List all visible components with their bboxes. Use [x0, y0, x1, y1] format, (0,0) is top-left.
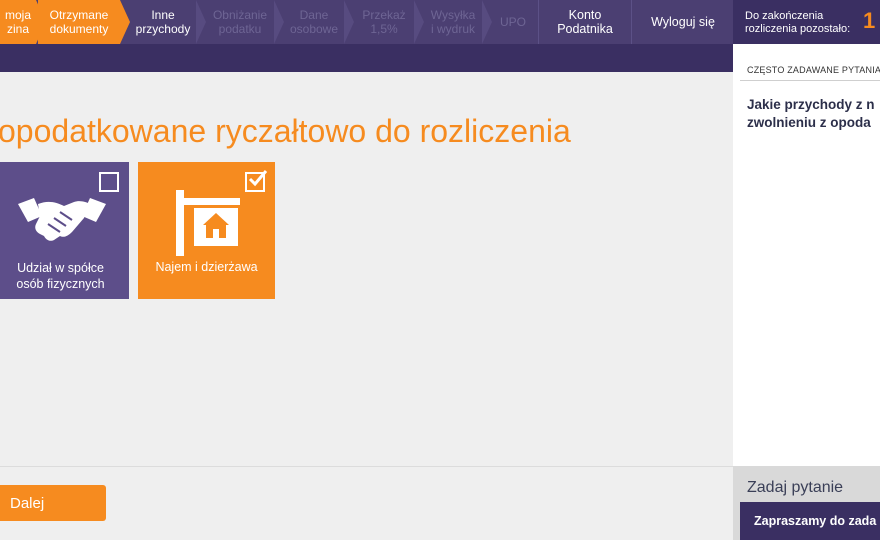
step-twoja-zina[interactable]: moja zina [0, 0, 36, 44]
tile-label: Udział w spółce osób fizycznych [16, 261, 105, 291]
step-separator [482, 0, 492, 44]
step-przekaz-1-5: Przekaż 1,5% [362, 8, 406, 36]
step-inne-przychody[interactable]: Inne przychody [130, 0, 196, 44]
faq-header: CZĘSTO ZADAWANE PYTANIA [747, 65, 880, 75]
step-dane-osobowe: Dane osobowe [289, 8, 339, 36]
next-button[interactable]: Dalej [0, 485, 106, 521]
step-otrzymane-dokumenty[interactable]: Otrzymane dokumenty [38, 0, 120, 44]
step-upo: UPO [499, 15, 526, 29]
house-sign-icon [176, 190, 240, 256]
deadline-label: Do zakończenia rozliczenia pozostało: [745, 10, 851, 35]
faq-question-link[interactable]: Jakie przychody z n zwolnieniu z opoda [747, 96, 875, 132]
deadline-counter: 1 [863, 8, 876, 33]
help-sidebar: Do zakończenia rozliczenia pozostało: 1 … [733, 0, 880, 540]
step-separator [344, 0, 354, 44]
checkbox-unchecked[interactable] [99, 172, 119, 192]
account-button[interactable]: Konto Podatnika [538, 0, 631, 44]
deadline-header: Do zakończenia rozliczenia pozostało: 1 [733, 0, 880, 44]
faq-divider [740, 80, 880, 81]
step-separator [120, 0, 130, 44]
top-navigation-bar: moja zina Otrzymane dokumenty Inne przyc… [0, 0, 734, 44]
step-wysylka-i-wydruk: Wysyłka i wydruk [430, 8, 476, 36]
ask-question-button[interactable]: Zapraszamy do zada [740, 502, 880, 540]
tile-udzial-w-spolce[interactable]: Udział w spółce osób fizycznych [0, 162, 129, 299]
ask-question-section: Zadaj pytanie Zapraszamy do zada [733, 466, 880, 540]
tile-label: Najem i dzierżawa [155, 260, 258, 274]
checkmark-icon [248, 170, 268, 187]
step-separator [196, 0, 206, 44]
step-separator [414, 0, 424, 44]
handshake-icon [18, 198, 106, 241]
tile-najem-i-dzierzawa[interactable]: Najem i dzierżawa [138, 162, 275, 299]
ask-question-title: Zadaj pytanie [747, 479, 844, 496]
step-obnizanie-podatku: Obniżanie podatku [212, 8, 268, 36]
step-separator [274, 0, 284, 44]
top-sub-bar [0, 44, 733, 72]
footer-divider [0, 466, 733, 467]
page-title: opodatkowane ryczałtowo do rozliczenia [0, 113, 571, 150]
logout-button[interactable]: Wyloguj się [631, 0, 734, 44]
